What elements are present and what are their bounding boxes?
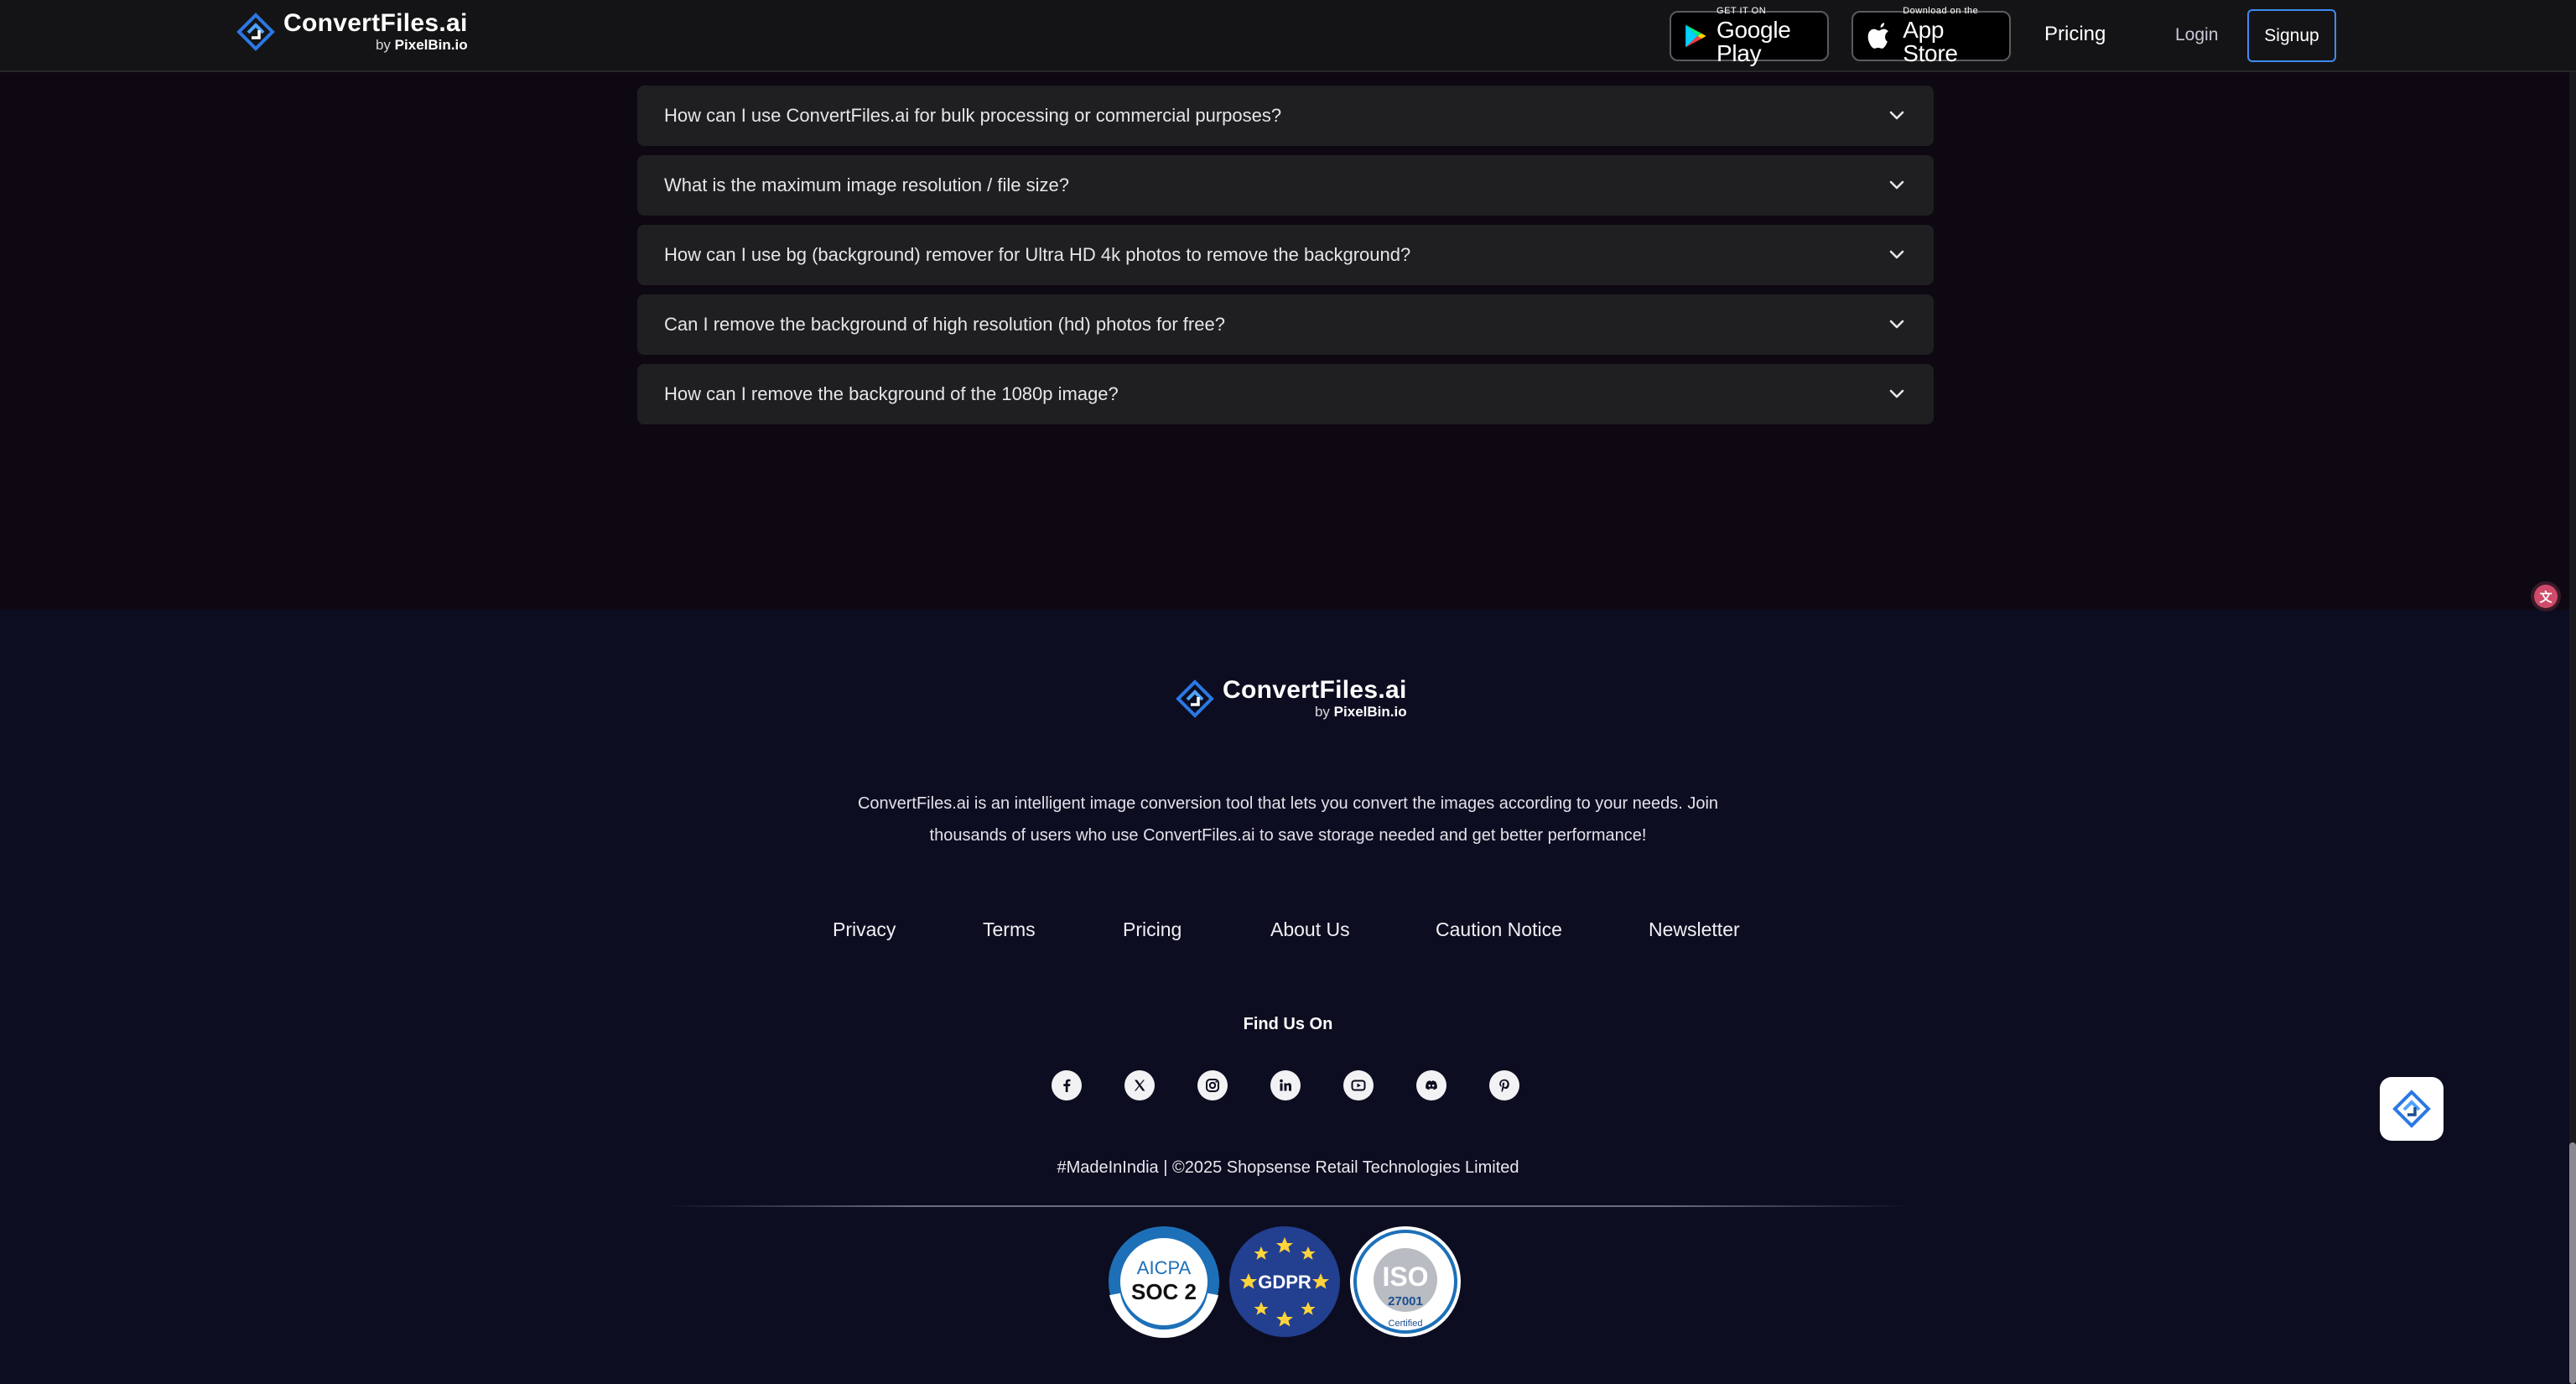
faq-item[interactable]: How can I remove the background of the 1… (637, 364, 1934, 424)
svg-text:AICPA: AICPA (1137, 1257, 1192, 1278)
gdpr-badge: GDPR (1229, 1226, 1340, 1337)
copyright-text: #MadeInIndia | ©2025 Shopsense Retail Te… (1057, 1158, 1519, 1177)
chevron-down-icon[interactable] (1885, 104, 1909, 127)
svg-text:27001: 27001 (1388, 1294, 1423, 1309)
top-navigation-bar: ConvertFiles.ai by PixelBin.io GET IT ON… (0, 0, 2576, 72)
footer: ConvertFiles.ai by PixelBin.io ConvertFi… (0, 610, 2576, 1384)
app-store-label: App Store (1903, 17, 1958, 66)
app-store-small-text: Download on the (1903, 6, 1979, 16)
footer-description: ConvertFiles.ai is an intelligent image … (857, 794, 1719, 845)
footer-link-newsletter[interactable]: Newsletter (1649, 918, 1740, 941)
brand-name: ConvertFiles.ai (1223, 676, 1407, 704)
google-play-small-text: GET IT ON (1716, 6, 1767, 16)
apple-icon (1867, 23, 1888, 49)
chevron-down-icon[interactable] (1885, 313, 1909, 336)
footer-link-privacy[interactable]: Privacy (833, 918, 896, 941)
footer-logo[interactable]: ConvertFiles.ai by PixelBin.io (1176, 677, 1407, 721)
brand-name: ConvertFiles.ai (283, 9, 468, 37)
chevron-down-icon[interactable] (1885, 382, 1909, 406)
brand-byline: by PixelBin.io (1314, 704, 1407, 720)
faq-item[interactable]: Can I remove the background of high reso… (637, 294, 1934, 355)
footer-links: Privacy Terms Pricing About Us Caution N… (0, 918, 2576, 947)
x-twitter-icon[interactable] (1124, 1070, 1155, 1100)
translate-icon: 文 (2534, 585, 2558, 608)
faq-item[interactable]: How can I use ConvertFiles.ai for bulk p… (637, 86, 1934, 146)
footer-link-pricing[interactable]: Pricing (1123, 918, 1182, 941)
app-store-button[interactable]: Download on the App Store (1852, 7, 2011, 65)
faq-item[interactable]: How can I use bg (background) remover fo… (637, 225, 1934, 285)
faq-question: Can I remove the background of high reso… (664, 314, 1225, 335)
find-us-heading: Find Us On (1243, 1015, 1333, 1033)
faq-question: How can I use bg (background) remover fo… (664, 244, 1411, 265)
footer-divider (662, 1205, 1914, 1207)
pinterest-icon[interactable] (1489, 1070, 1519, 1100)
convertfiles-logo-icon (1176, 679, 1214, 718)
google-play-label: Google Play (1716, 17, 1791, 66)
convertfiles-logo-icon (236, 13, 275, 51)
convertfiles-logo-icon (2392, 1090, 2431, 1128)
nav-login-link[interactable]: Login (2175, 25, 2218, 45)
chevron-down-icon[interactable] (1885, 243, 1909, 267)
footer-link-about-us[interactable]: About Us (1270, 918, 1350, 941)
faq-item[interactable]: What is the maximum image resolution / f… (637, 155, 1934, 216)
svg-text:GDPR: GDPR (1258, 1272, 1311, 1293)
facebook-icon[interactable] (1052, 1070, 1082, 1100)
translate-widget-button[interactable]: 文 (2531, 581, 2561, 611)
svg-text:SOC 2: SOC 2 (1131, 1279, 1197, 1304)
instagram-icon[interactable] (1197, 1070, 1228, 1100)
google-play-button[interactable]: GET IT ON Google Play (1670, 7, 1829, 65)
header-logo[interactable]: ConvertFiles.ai by PixelBin.io (236, 10, 468, 54)
nav-pricing-link[interactable]: Pricing (2044, 23, 2106, 46)
faq-question: How can I remove the background of the 1… (664, 383, 1119, 404)
chat-widget-button[interactable] (2380, 1077, 2444, 1141)
signup-button[interactable]: Signup (2247, 9, 2336, 62)
google-play-icon (1685, 24, 1706, 48)
svg-text:ISO: ISO (1382, 1262, 1428, 1292)
linkedin-icon[interactable] (1270, 1070, 1301, 1100)
page-scrollbar-thumb[interactable] (2569, 1142, 2576, 1384)
svg-text:Certified: Certified (1389, 1319, 1423, 1329)
footer-link-terms[interactable]: Terms (983, 918, 1036, 941)
iso-27001-badge: ISO 27001 Certified (1350, 1226, 1461, 1337)
chevron-down-icon[interactable] (1885, 174, 1909, 197)
faq-question: How can I use ConvertFiles.ai for bulk p… (664, 105, 1282, 126)
footer-link-caution-notice[interactable]: Caution Notice (1436, 918, 1562, 941)
brand-byline: by PixelBin.io (375, 37, 468, 53)
faq-question: What is the maximum image resolution / f… (664, 174, 1069, 195)
page: ConvertFiles.ai by PixelBin.io GET IT ON… (0, 0, 2576, 1384)
soc2-badge: AICPA SOC 2 (1109, 1226, 1219, 1338)
youtube-icon[interactable] (1343, 1070, 1374, 1100)
discord-icon[interactable] (1416, 1070, 1446, 1100)
